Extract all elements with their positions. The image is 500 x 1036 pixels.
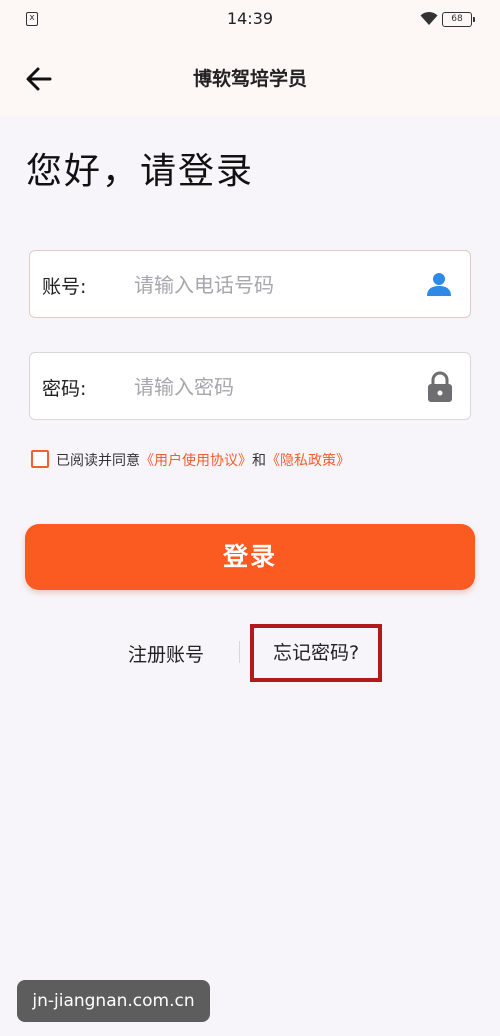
forgot-password-link[interactable]: 忘记密码?	[250, 624, 382, 682]
register-link[interactable]: 注册账号	[128, 640, 204, 667]
watermark: jn-jiangnan.com.cn	[17, 980, 210, 1022]
agreement-checkbox[interactable]	[31, 450, 49, 468]
password-input[interactable]	[134, 367, 424, 407]
lock-icon	[428, 371, 452, 402]
privacy-link[interactable]: 《隐私政策》	[266, 453, 350, 469]
password-label: 密码:	[42, 378, 87, 400]
account-input[interactable]	[134, 265, 424, 305]
divider	[239, 641, 240, 663]
battery-icon: 68	[442, 12, 475, 27]
login-button[interactable]: 登录	[25, 524, 475, 590]
user-icon	[427, 273, 451, 296]
app-bar: 博软驾培学员	[0, 40, 500, 116]
agreement-prefix: 已阅读并同意	[56, 453, 140, 469]
password-field: 密码:	[29, 352, 471, 420]
account-label: 账号:	[42, 276, 87, 298]
account-field: 账号:	[29, 250, 471, 318]
wifi-icon	[420, 11, 438, 25]
terms-link[interactable]: 《用户使用协议》	[140, 453, 252, 469]
agreement-and: 和	[252, 453, 266, 469]
status-bar: x 14:39 68	[0, 0, 500, 40]
page-title: 博软驾培学员	[192, 68, 307, 90]
battery-level: 68	[451, 14, 463, 24]
agreement-text: 已阅读并同意《用户使用协议》和《隐私政策》	[56, 450, 350, 470]
greeting-heading: 您好，请登录	[26, 151, 255, 192]
